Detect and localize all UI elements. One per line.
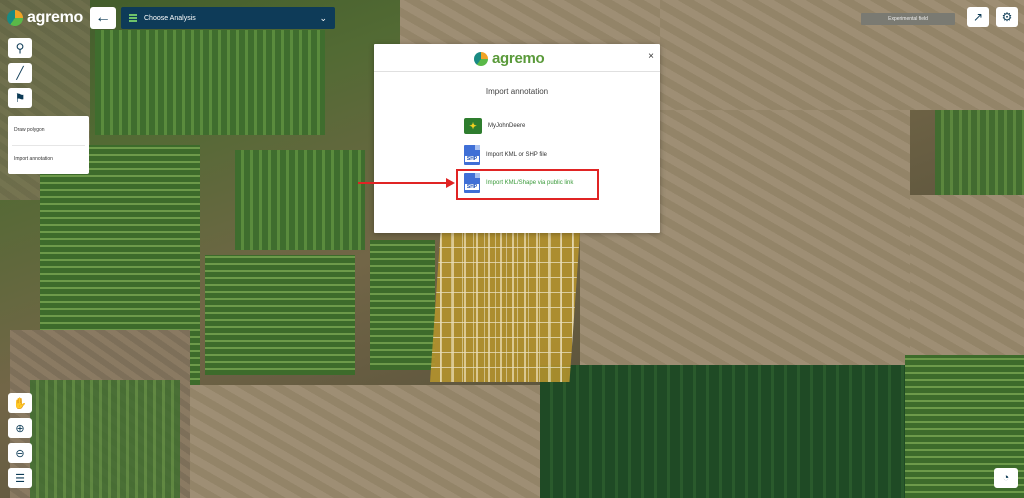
settings-button[interactable]: ⚙ xyxy=(996,7,1018,27)
flag-icon: ⚑ xyxy=(14,91,26,105)
agremo-logo: agremo xyxy=(7,9,83,27)
map-field xyxy=(935,110,1024,195)
modal-logo-text: agremo xyxy=(492,50,545,67)
draw-polygon-item[interactable]: Draw polygon xyxy=(14,127,45,133)
import-annotation-modal: agremo × Import annotation ✦ MyJohnDeere… xyxy=(374,44,660,233)
zoom-out-button[interactable]: ⊖ xyxy=(8,443,32,463)
divider xyxy=(374,71,660,72)
layers-button[interactable]: ☰ xyxy=(8,468,32,488)
chevron-down-icon: ⌄ xyxy=(319,12,327,23)
callout-arrow-head xyxy=(446,178,455,188)
john-deere-icon: ✦ xyxy=(464,118,482,134)
share-button[interactable]: ↗ xyxy=(967,7,989,27)
modal-title: Import annotation xyxy=(485,87,549,96)
agremo-logo-icon xyxy=(474,51,488,66)
zoom-out-icon: ⊖ xyxy=(15,447,25,460)
agremo-logo-icon xyxy=(7,10,23,26)
callout-arrow-line xyxy=(358,182,448,184)
divider xyxy=(12,145,85,146)
option-label: Import KML or SHP file xyxy=(486,152,548,158)
pie-chart-icon: ◔ xyxy=(1002,472,1010,484)
map-field xyxy=(910,195,1024,355)
back-button[interactable]: ← xyxy=(90,7,116,29)
layers-icon: ☰ xyxy=(15,472,25,485)
modal-logo: agremo xyxy=(474,50,545,67)
logo-text: agremo xyxy=(27,9,83,26)
gear-icon: ⚙ xyxy=(1001,10,1013,24)
hand-icon: ✋ xyxy=(13,397,27,410)
share-icon: ↗ xyxy=(972,10,984,24)
map-field xyxy=(30,380,180,498)
location-pin-button[interactable]: ⚲ xyxy=(8,38,32,58)
field-name-badge: Experimental field xyxy=(861,13,955,25)
map-field xyxy=(190,385,540,498)
map-field xyxy=(540,365,905,498)
arrow-left-icon: ← xyxy=(95,9,111,26)
report-button[interactable]: ◔ xyxy=(994,468,1018,488)
shp-file-icon: SHP xyxy=(464,145,480,165)
shp-badge: SHP xyxy=(465,156,479,162)
measure-line-button[interactable]: ╱ xyxy=(8,63,32,83)
map-field xyxy=(370,240,435,370)
option-label: MyJohnDeere xyxy=(488,123,526,129)
close-icon[interactable]: × xyxy=(648,51,654,62)
line-icon: ╱ xyxy=(16,66,24,80)
import-annotation-item[interactable]: Import annotation xyxy=(14,156,53,162)
myjohndeere-option[interactable]: ✦ MyJohnDeere xyxy=(464,118,525,134)
map-field xyxy=(205,255,355,375)
choose-analysis-select[interactable]: Choose Analysis ⌄ xyxy=(121,7,335,29)
list-icon xyxy=(129,14,137,22)
import-kml-shp-file-option[interactable]: SHP Import KML or SHP file xyxy=(464,145,547,165)
analysis-select-label: Choose Analysis xyxy=(144,14,196,22)
map-field xyxy=(95,30,325,135)
zoom-in-button[interactable]: ⊕ xyxy=(8,418,32,438)
annotation-button[interactable]: ⚑ xyxy=(8,88,32,108)
pan-button[interactable]: ✋ xyxy=(8,393,32,413)
map-field xyxy=(235,150,365,250)
location-pin-icon: ⚲ xyxy=(15,41,25,55)
experimental-plot[interactable] xyxy=(430,232,580,382)
zoom-in-icon: ⊕ xyxy=(15,422,25,435)
annotation-dropdown: Draw polygon Import annotation xyxy=(8,116,89,174)
highlight-box xyxy=(456,169,599,200)
